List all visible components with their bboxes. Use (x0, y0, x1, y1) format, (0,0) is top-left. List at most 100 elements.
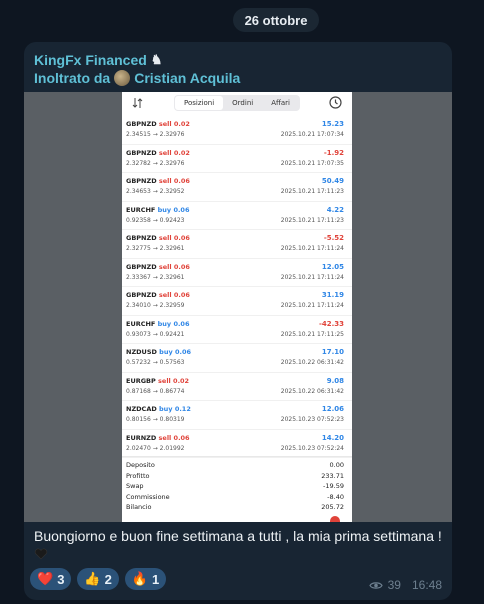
notification-dot (330, 516, 340, 522)
trade-prices: 2.34010 → 2.32959 (126, 302, 185, 309)
knight-chess-icon: ♞ (150, 52, 163, 67)
reaction-count: 2 (104, 571, 112, 587)
caption-text: Buongiorno e buon fine settimana a tutti… (34, 528, 442, 544)
trade-side: buy 0.06 (159, 348, 192, 356)
tab-bar: Posizioni Ordini Affari (174, 95, 300, 111)
trade-date: 2025.10.21 17:11:25 (280, 330, 344, 338)
trade-row: EURCHF buy 0.06 0.92358 → 0.92423 4.22 2025… (122, 202, 352, 230)
summary-row: Profitto 233.71 (122, 472, 352, 483)
trade-symbol: EURCHF buy 0.06 (126, 319, 190, 328)
app-header: Posizioni Ordini Affari (122, 92, 352, 114)
trade-side: buy 0.06 (157, 319, 190, 328)
black-heart-icon (34, 548, 48, 560)
tab-orders: Ordini (232, 99, 254, 107)
trade-side: sell 0.06 (158, 291, 190, 299)
tab-deals: Affari (271, 99, 290, 107)
forwarded-from[interactable]: Inoltrato da Cristian Acquila (34, 70, 240, 86)
trade-symbol: NZDCAD buy 0.12 (126, 405, 191, 413)
summary-value: 233.71 (321, 471, 344, 480)
trade-symbol: GBPNZD sell 0.02 (126, 148, 190, 157)
trade-symbol: GBPNZD sell 0.06 (126, 291, 190, 299)
trade-symbol: GBPNZD sell 0.02 (126, 120, 190, 128)
summary-row: Swap -19.59 (122, 482, 352, 493)
channel-name[interactable]: KingFx Financed (34, 52, 147, 68)
trade-profit: -1.92 (323, 148, 344, 157)
trade-profit: -42.33 (318, 319, 344, 328)
trade-symbol: NZDUSD buy 0.06 (126, 348, 192, 356)
summary-label: Swap (126, 482, 144, 490)
trade-row: EURCHF buy 0.06 0.93073 → 0.92421 -42.33 20… (122, 316, 352, 344)
trade-side: sell 0.02 (158, 376, 190, 385)
summary-label: Bilancio (126, 503, 152, 511)
trade-symbol: EURGBP sell 0.02 (126, 376, 190, 385)
channel-header[interactable]: KingFx Financed ♞ (34, 52, 162, 68)
trade-date: 2025.10.21 17:11:23 (280, 188, 344, 195)
trade-prices: 2.32775 → 2.32961 (126, 245, 185, 252)
trade-date: 2025.10.21 17:07:34 (280, 131, 344, 138)
trade-prices: 0.92358 → 0.92423 (126, 216, 185, 224)
summary-row: Bilancio 205.72 (122, 503, 352, 514)
heart-icon: ❤️ (37, 571, 54, 586)
trade-profit: 50.49 (321, 177, 344, 185)
summary-value: 205.72 (321, 503, 344, 511)
trade-profit: 15.23 (321, 120, 344, 128)
reaction-fire[interactable]: 🔥 1 (124, 568, 167, 590)
summary-value: -8.40 (327, 492, 344, 501)
view-count: 39 (387, 578, 401, 592)
summary-label: Profitto (126, 471, 150, 480)
trade-side: buy 0.06 (157, 205, 190, 214)
trade-row: GBPNZD sell 0.06 2.33367 → 2.32961 12.05 20… (122, 259, 352, 287)
avatar[interactable] (114, 70, 131, 86)
reaction-thumbs-up[interactable]: 👍 2 (77, 568, 119, 590)
trade-date: 2025.10.22 06:31:42 (280, 387, 344, 395)
tab-positions: Posizioni (175, 96, 224, 110)
date-separator: 26 ottobre (233, 8, 319, 32)
forwarded-screenshot[interactable]: Posizioni Ordini Affari GBPNZD sell 0.02… (24, 92, 452, 522)
trade-prices: 2.33367 → 2.32961 (126, 273, 185, 281)
trade-date: 2025.10.23 07:52:24 (280, 444, 344, 452)
trade-row: EURGBP sell 0.02 0.87168 → 0.86774 9.08 202… (122, 373, 352, 401)
trade-side: sell 0.06 (158, 177, 190, 185)
forwarded-author[interactable]: Cristian Acquila (134, 70, 240, 86)
message-bubble[interactable]: KingFx Financed ♞ Inoltrato da Cristian … (24, 42, 452, 600)
summary-value: 0.00 (329, 461, 344, 469)
trade-row: GBPNZD sell 0.06 2.34653 → 2.32952 50.49 20… (122, 173, 352, 202)
trade-prices: 0.57232 → 0.57563 (126, 359, 185, 366)
trade-profit: 31.19 (321, 291, 344, 299)
eye-icon (368, 581, 383, 589)
trade-symbol: EURNZD sell 0.06 (126, 433, 190, 442)
trade-row: GBPNZD sell 0.02 2.34515 → 2.32976 15.23 20… (122, 116, 352, 145)
trade-side: sell 0.02 (158, 120, 190, 128)
summary-value: -19.59 (323, 482, 344, 490)
trade-list: GBPNZD sell 0.02 2.34515 → 2.32976 15.23 20… (122, 116, 352, 458)
trade-side: sell 0.02 (158, 148, 190, 157)
trade-row: GBPNZD sell 0.06 2.34010 → 2.32959 31.19 20… (122, 287, 352, 316)
reaction-count: 1 (152, 571, 160, 587)
trade-date: 2025.10.21 17:11:24 (280, 302, 344, 309)
trade-profit: 12.05 (321, 262, 344, 271)
summary-label: Commissione (126, 492, 170, 501)
reaction-heart[interactable]: ❤️ 3 (30, 568, 72, 590)
trade-prices: 2.34515 → 2.32976 (126, 131, 185, 138)
reaction-count: 3 (57, 571, 65, 587)
trade-symbol: EURCHF buy 0.06 (126, 205, 190, 214)
trade-date: 2025.10.21 17:11:24 (280, 245, 344, 252)
trade-prices: 0.87168 → 0.86774 (126, 387, 185, 395)
trade-symbol: GBPNZD sell 0.06 (126, 262, 190, 271)
trade-row: NZDUSD buy 0.06 0.57232 → 0.57563 17.10 202… (122, 344, 352, 373)
trade-date: 2025.10.21 17:11:23 (280, 216, 344, 224)
trade-symbol: GBPNZD sell 0.06 (126, 177, 190, 185)
trade-prices: 2.32782 → 2.32976 (126, 159, 185, 167)
fire-icon: 🔥 (131, 571, 149, 586)
trade-date: 2025.10.23 07:52:23 (280, 416, 344, 423)
clock-icon (329, 96, 342, 109)
trade-date: 2025.10.22 06:31:42 (280, 359, 344, 366)
trade-prices: 0.93073 → 0.92421 (126, 330, 185, 338)
message-time: 16:48 (411, 578, 442, 592)
trade-profit: 14.20 (321, 433, 344, 442)
trade-prices: 2.02470 → 2.01992 (126, 444, 185, 452)
account-summary: Deposito 0.00 Profitto 233.71 Swap -19.59 Comm… (122, 456, 352, 514)
trade-profit: 4.22 (326, 205, 344, 214)
trade-side: sell 0.06 (158, 433, 190, 442)
trade-side: sell 0.06 (158, 262, 190, 271)
